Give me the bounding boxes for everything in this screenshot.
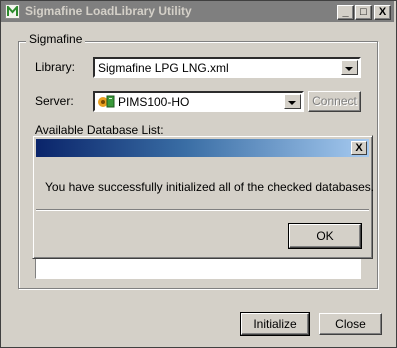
close-icon: X (378, 6, 387, 18)
message-divider (36, 209, 369, 211)
minimize-button[interactable]: _ (337, 5, 354, 20)
library-select[interactable]: Sigmafine LPG LNG.xml (93, 57, 361, 78)
message-close-button[interactable]: X (351, 141, 367, 155)
library-label: Library: (35, 60, 76, 74)
chevron-down-icon[interactable] (341, 60, 358, 75)
initialize-button[interactable]: Initialize (240, 312, 310, 336)
connect-button[interactable]: Connect (308, 91, 361, 112)
message-title-bar[interactable]: X (36, 139, 369, 157)
minimize-icon: _ (342, 6, 349, 18)
message-dialog: X You have successfully initialized all … (32, 135, 375, 259)
maximize-button[interactable]: □ (355, 5, 372, 20)
server-value: PIMS100-HO (118, 95, 190, 109)
server-icon (98, 95, 115, 108)
message-text: You have successfully initialized all of… (45, 180, 375, 194)
close-window-button[interactable]: X (374, 5, 391, 20)
ok-button[interactable]: OK (288, 223, 362, 249)
close-button[interactable]: Close (319, 313, 382, 335)
chevron-down-icon[interactable] (284, 94, 301, 109)
title-bar[interactable]: Sigmafine LoadLibrary Utility _ □ X (1, 1, 394, 22)
group-label: Sigmafine (26, 32, 86, 46)
app-icon (5, 4, 20, 19)
maximize-icon: □ (360, 6, 367, 18)
close-icon: X (355, 142, 363, 154)
window-title: Sigmafine LoadLibrary Utility (25, 4, 192, 18)
server-label: Server: (35, 94, 74, 108)
library-value: Sigmafine LPG LNG.xml (98, 61, 229, 75)
server-select[interactable]: PIMS100-HO (93, 91, 304, 112)
